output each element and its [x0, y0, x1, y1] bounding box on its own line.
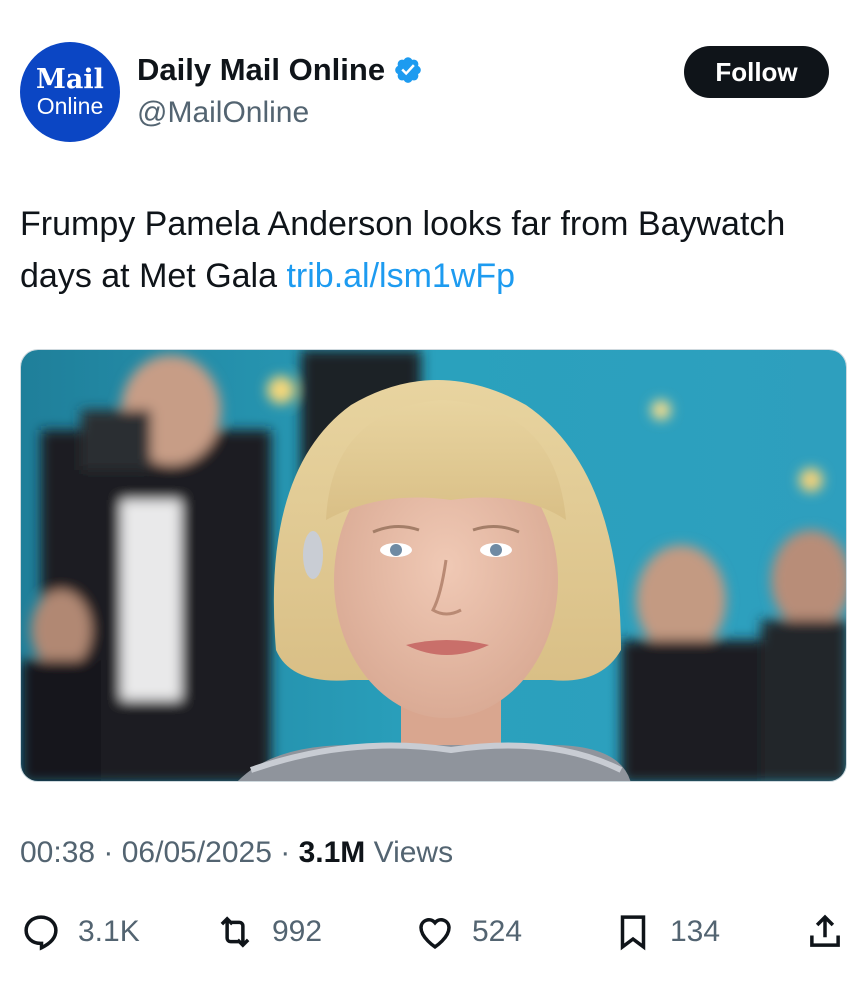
avatar[interactable]: Mail Online: [20, 42, 120, 142]
views-label: Views: [365, 836, 454, 869]
follow-button[interactable]: Follow: [684, 46, 829, 98]
bookmark-icon: [620, 915, 646, 951]
bookmark-count: 134: [670, 915, 721, 948]
meta-separator-1: ·: [95, 836, 122, 869]
heart-icon: [419, 918, 451, 949]
repost-button[interactable]: 992: [214, 906, 322, 958]
share-icon: [810, 914, 840, 947]
bookmark-button[interactable]: 134: [612, 906, 720, 958]
action-bar: 3.1K 992 524 134: [0, 906, 867, 958]
display-name[interactable]: Daily Mail Online: [137, 52, 385, 88]
tweet-link[interactable]: trib.al/lsm1wFp: [286, 257, 515, 295]
reply-button[interactable]: 3.1K: [20, 906, 140, 958]
views-count: 3.1M: [298, 836, 366, 869]
verified-badge-icon: [395, 57, 421, 83]
avatar-logo-line2: Online: [36, 93, 104, 119]
reply-icon: [24, 915, 58, 951]
tweet-time[interactable]: 00:38: [20, 836, 95, 869]
reply-count: 3.1K: [78, 915, 140, 948]
tweet-text: Frumpy Pamela Anderson looks far from Ba…: [20, 198, 840, 302]
author-name-row: Daily Mail Online: [137, 52, 423, 88]
avatar-logo-line1: Mail: [36, 64, 104, 95]
photo-illustration: [21, 350, 846, 781]
repost-count: 992: [272, 915, 323, 948]
tweet-photo[interactable]: [20, 349, 847, 782]
tweet-meta: 00:38 · 06/05/2025 · 3.1M Views: [20, 836, 453, 870]
like-count: 524: [472, 915, 523, 948]
share-button[interactable]: [804, 906, 846, 958]
meta-separator-2: ·: [271, 836, 299, 869]
handle[interactable]: @MailOnline: [137, 96, 309, 130]
like-button[interactable]: 524: [414, 906, 522, 958]
repost-icon: [220, 916, 250, 948]
tweet-date[interactable]: 06/05/2025: [122, 836, 272, 869]
